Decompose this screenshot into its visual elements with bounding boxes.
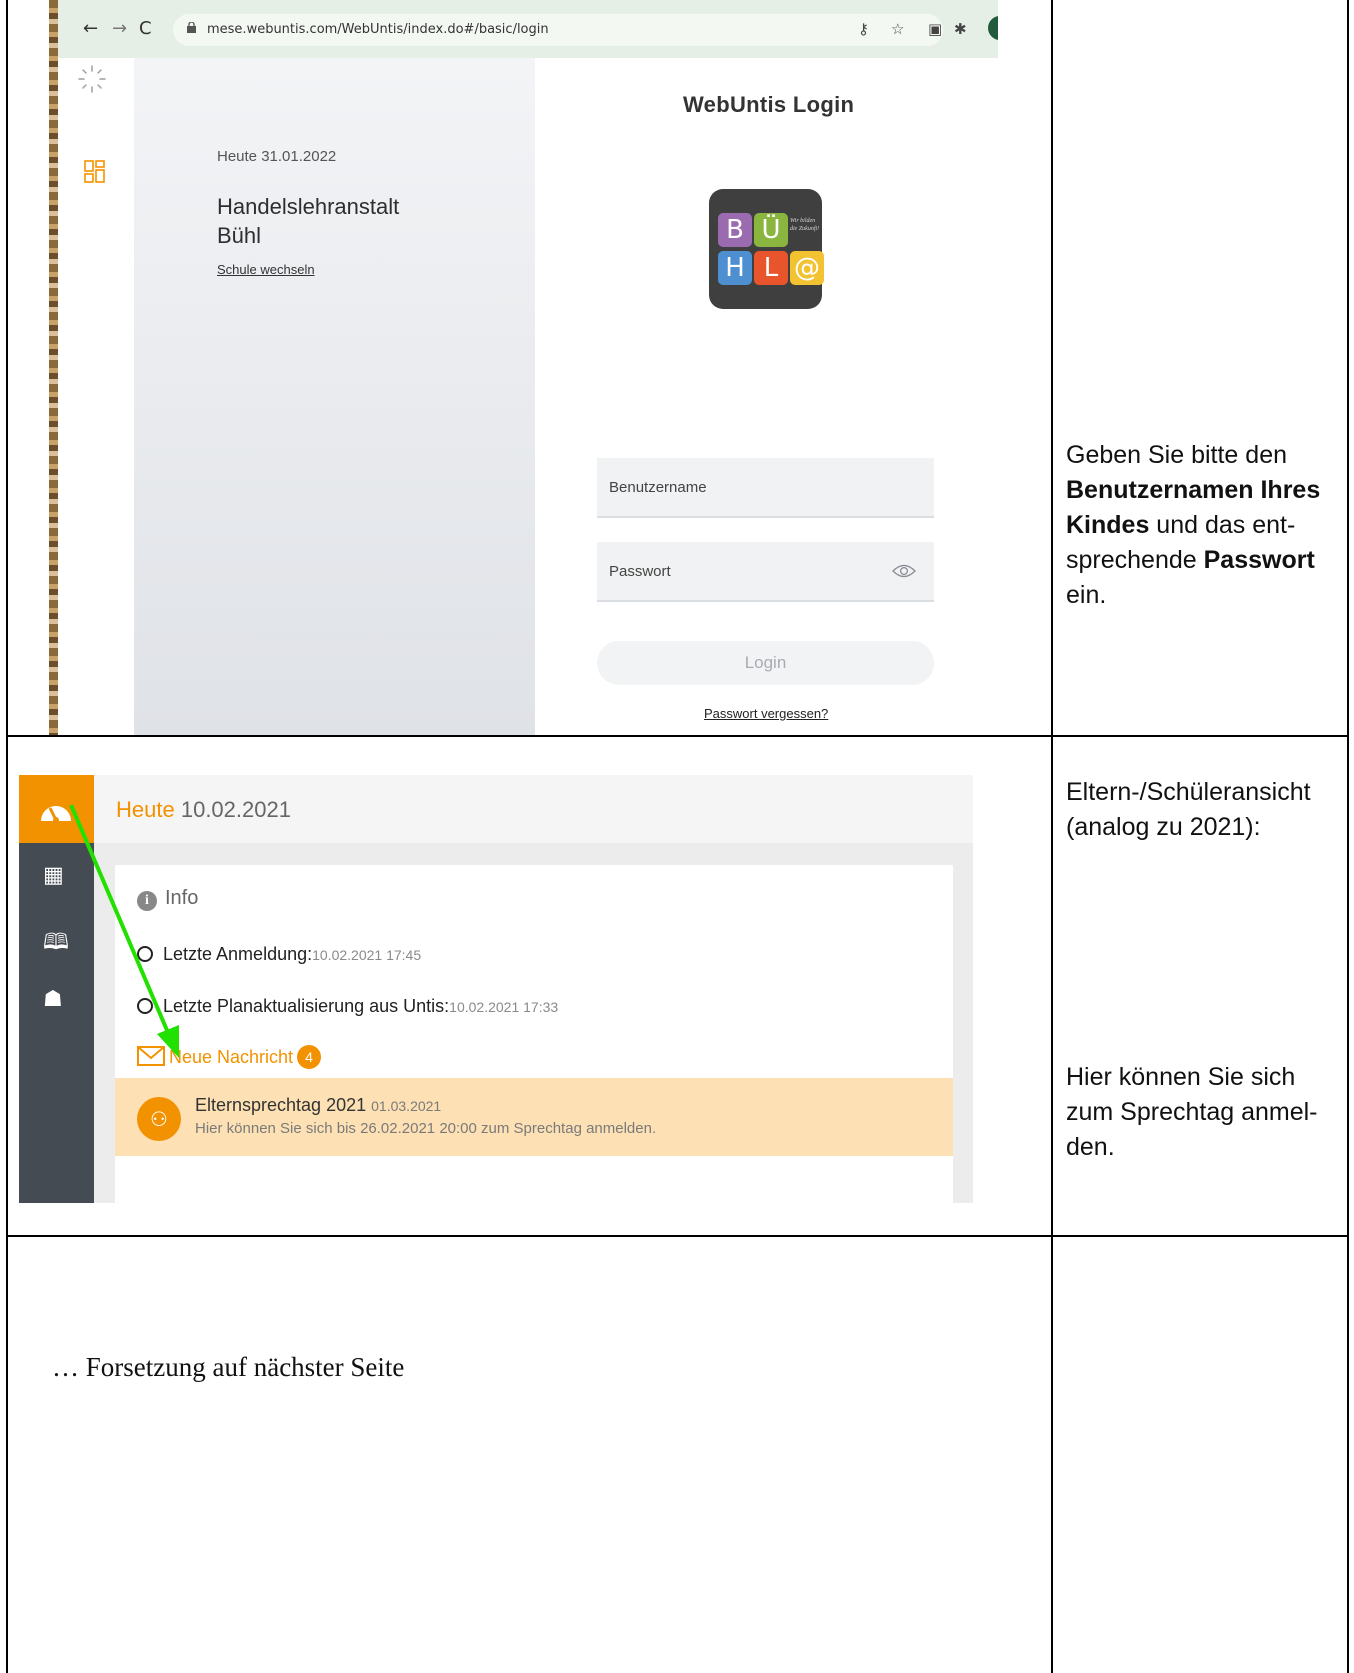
table-border-right [1347, 0, 1349, 1673]
username-field[interactable]: Benutzername [597, 458, 934, 518]
today-date-label: Heute 31.01.2022 [217, 148, 337, 165]
address-bar[interactable]: mese.webuntis.com/WebUntis/index.do#/bas… [173, 14, 943, 46]
forward-arrow-icon[interactable]: → [112, 18, 127, 39]
loading-spinner-icon [78, 65, 106, 93]
dashboard-grid-icon[interactable] [84, 160, 106, 184]
login-title: WebUntis Login [683, 92, 855, 117]
login-left-rail [58, 58, 142, 735]
logo-tile-u: Ü [754, 213, 788, 247]
browser-toolbar: ← → C mese.webuntis.com/WebUntis/index.d… [58, 0, 998, 59]
eye-icon[interactable] [892, 563, 916, 579]
star-icon[interactable]: ☆ [891, 20, 904, 38]
key-icon[interactable]: ⚷ [858, 20, 869, 38]
instruction-password-bold: Passwort [1203, 546, 1315, 574]
instruction-part3: ein. [1066, 581, 1107, 609]
reload-icon[interactable]: C [139, 18, 152, 39]
school-logo: B Ü H L @ Wir bilden die Zukunft! [709, 189, 824, 309]
extension-icon[interactable]: ✱ [954, 20, 967, 38]
dashboard-screenshot: ▦ 🕮 ☗ Heute 10.02.2021 i Info Letzte Anme… [19, 775, 973, 1203]
continuation-note: … Forsetzung auf nächster Seite [52, 1352, 405, 1382]
register-note: Hier können Sie sich zum Sprechtag anmel… [1066, 1063, 1318, 1161]
login-button[interactable]: Login [597, 641, 934, 685]
username-label: Benutzername [609, 479, 707, 496]
instruction-part1: Geben Sie bitte den [1066, 441, 1287, 469]
logo-tile-l: L [754, 251, 788, 285]
logo-tile-b: B [718, 213, 752, 247]
login-instruction: Geben Sie bitte den Benutzernamen Ihres … [1066, 438, 1341, 613]
view-note: Eltern-/Schüleransicht (analog zu 2021): [1066, 778, 1311, 841]
table-border-left [6, 0, 8, 1673]
table-column-divider [1051, 0, 1053, 1673]
school-name: Handelslehranstalt Bühl [217, 192, 477, 250]
password-label: Passwort [609, 563, 671, 580]
taskbar-strip [49, 0, 58, 735]
tab-icon[interactable]: ▣ [928, 20, 942, 38]
switch-school-link[interactable]: Schule wechseln [217, 262, 315, 277]
logo-slogan: Wir bilden die Zukunft! [790, 218, 820, 232]
forgot-password-link[interactable]: Passwort vergessen? [704, 706, 828, 721]
login-screenshot: ← → C mese.webuntis.com/WebUntis/index.d… [49, 0, 998, 735]
table-row-divider-1 [6, 735, 1349, 737]
login-form-panel [535, 58, 998, 735]
url-text: mese.webuntis.com/WebUntis/index.do#/bas… [207, 22, 549, 37]
green-arrow-annotation [69, 804, 179, 1058]
profile-avatar[interactable] [988, 16, 998, 40]
school-name-line1: Handelslehranstalt [217, 194, 400, 219]
password-field[interactable]: Passwort [597, 542, 934, 602]
logo-tile-at: @ [790, 251, 824, 285]
school-name-line2: Bühl [217, 223, 262, 248]
logo-tile-h: H [718, 251, 752, 285]
back-arrow-icon[interactable]: ← [83, 18, 98, 39]
table-row-divider-2 [6, 1235, 1349, 1237]
lock-icon [187, 22, 196, 33]
